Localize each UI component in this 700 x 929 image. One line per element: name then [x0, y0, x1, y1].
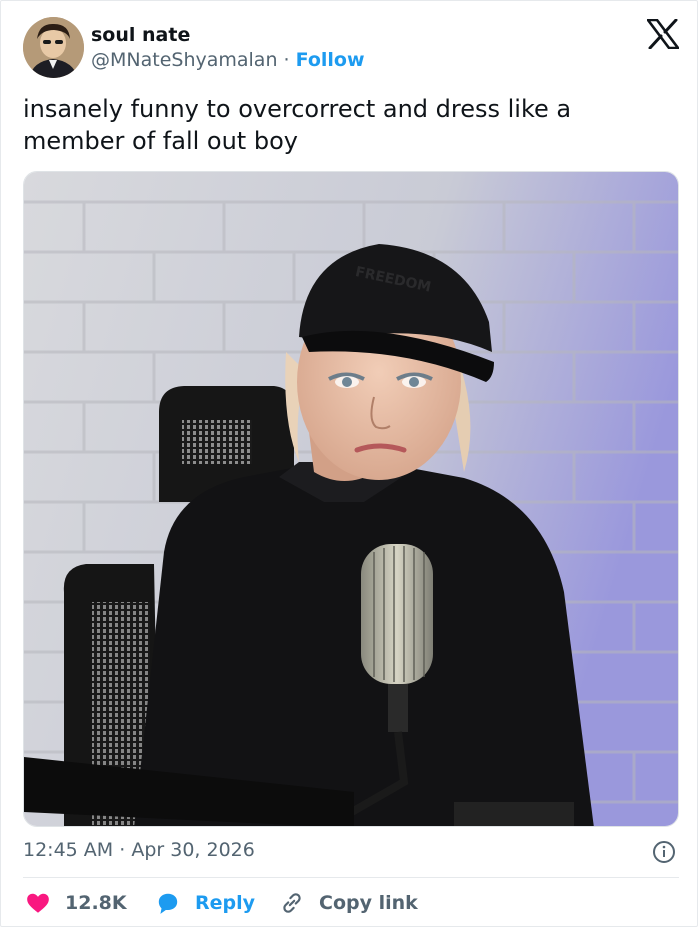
handle-separator: · [283, 49, 290, 71]
tweet-photo[interactable]: FREEDOM [23, 171, 679, 827]
date: Apr 30, 2026 [131, 839, 255, 861]
display-name[interactable]: soul nate [91, 24, 190, 46]
avatar[interactable] [23, 17, 84, 78]
handle-row: @MNateShyamalan · Follow [91, 49, 365, 71]
avatar-image [23, 17, 84, 78]
like-count: 12.8K [65, 892, 127, 914]
copy-link-button[interactable]: Copy link [279, 890, 418, 916]
reply-bubble-icon [155, 890, 181, 916]
time-separator: · [119, 839, 126, 861]
time: 12:45 AM [23, 839, 114, 861]
x-logo-icon[interactable] [647, 19, 679, 49]
link-icon [279, 890, 305, 916]
reply-label: Reply [195, 892, 256, 914]
heart-icon [25, 890, 51, 916]
info-icon[interactable] [652, 840, 676, 864]
copy-link-label: Copy link [319, 892, 418, 914]
user-handle[interactable]: @MNateShyamalan [91, 49, 278, 71]
reply-button[interactable]: Reply [155, 890, 255, 916]
timestamp[interactable]: 12:45 AM · Apr 30, 2026 [23, 839, 255, 861]
divider [23, 877, 679, 878]
follow-link[interactable]: Follow [296, 49, 365, 71]
tweet-card: soul nate @MNateShyamalan · Follow insan… [0, 0, 698, 927]
like-button[interactable]: 12.8K [25, 890, 127, 916]
tweet-text: insanely funny to overcorrect and dress … [23, 95, 572, 155]
